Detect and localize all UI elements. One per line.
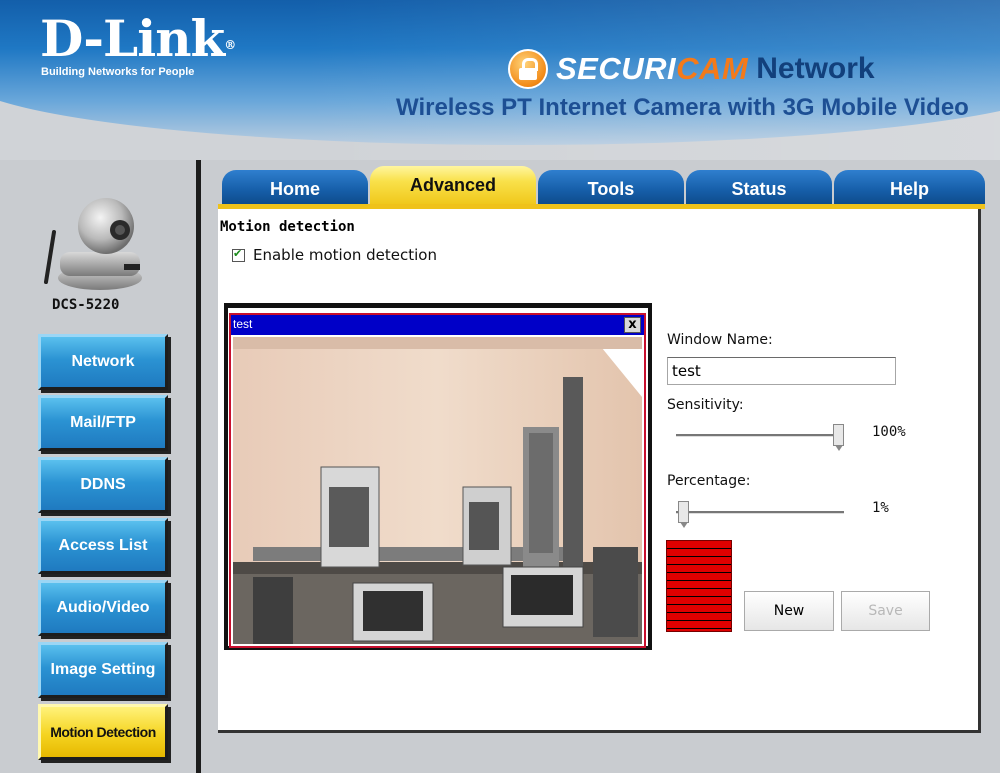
sidebar-item-network[interactable]: Network xyxy=(38,334,168,390)
enable-motion-label: Enable motion detection xyxy=(253,246,437,264)
sensitivity-slider-track[interactable] xyxy=(676,434,844,437)
lock-icon xyxy=(508,49,548,89)
motion-level-meter xyxy=(666,540,732,632)
camera-product-image xyxy=(44,198,142,290)
section-title: Motion detection xyxy=(220,219,355,235)
sidebar-item-motion-detection[interactable]: Motion Detection xyxy=(38,704,168,760)
new-window-button[interactable]: New xyxy=(744,591,834,631)
close-icon[interactable]: x xyxy=(624,317,641,333)
tab-status[interactable]: Status xyxy=(686,170,832,204)
enable-motion-row: Enable motion detection xyxy=(232,246,437,264)
tab-help[interactable]: Help xyxy=(834,170,985,204)
product-title: Wireless PT Internet Camera with 3G Mobi… xyxy=(396,94,969,121)
motion-window[interactable]: test x xyxy=(229,313,646,648)
model-label: DCS-5220 xyxy=(52,297,120,313)
tab-home[interactable]: Home xyxy=(222,170,368,204)
securicam-securi: SECURI xyxy=(556,51,677,86)
percentage-label: Percentage: xyxy=(667,473,751,489)
sidebar-divider xyxy=(196,160,201,773)
brand-name: D-Link xyxy=(40,9,225,68)
percentage-slider-thumb[interactable] xyxy=(677,501,689,528)
sidebar-item-mail-ftp[interactable]: Mail/FTP xyxy=(38,395,168,451)
brand-tagline: Building Networks for People xyxy=(41,66,195,78)
sensitivity-slider-thumb[interactable] xyxy=(833,424,844,451)
brand-mark: ® xyxy=(224,38,236,52)
window-name-input[interactable] xyxy=(667,357,896,385)
motion-window-titlebar[interactable]: test x xyxy=(231,315,644,335)
percentage-value: 1% xyxy=(872,500,889,516)
sensitivity-value: 100% xyxy=(872,424,906,440)
window-name-label: Window Name: xyxy=(667,332,773,348)
sidebar-item-audio-video[interactable]: Audio/Video xyxy=(38,580,168,636)
securicam-network: Network xyxy=(756,52,875,85)
tab-tools[interactable]: Tools xyxy=(538,170,684,204)
sidebar-item-image-setting[interactable]: Image Setting xyxy=(38,642,168,698)
sensitivity-label: Sensitivity: xyxy=(667,397,744,413)
motion-window-title: test xyxy=(233,317,253,331)
camera-video-feed xyxy=(233,337,642,644)
save-window-button[interactable]: Save xyxy=(841,591,930,631)
enable-motion-checkbox[interactable] xyxy=(232,247,245,262)
securicam-logo: SECURICAM Network xyxy=(508,44,875,94)
header-banner: D-Link® Building Networks for People SEC… xyxy=(0,0,1000,160)
sidebar-item-ddns[interactable]: DDNS xyxy=(38,457,168,513)
sidebar-item-access-list[interactable]: Access List xyxy=(38,518,168,574)
percentage-slider-track[interactable] xyxy=(676,511,844,514)
dlink-logo: D-Link® xyxy=(40,14,236,64)
securicam-cam: CAM xyxy=(676,51,749,86)
top-tab-bar: Home Advanced Tools Status Help xyxy=(222,166,985,204)
tab-advanced[interactable]: Advanced xyxy=(370,166,536,204)
